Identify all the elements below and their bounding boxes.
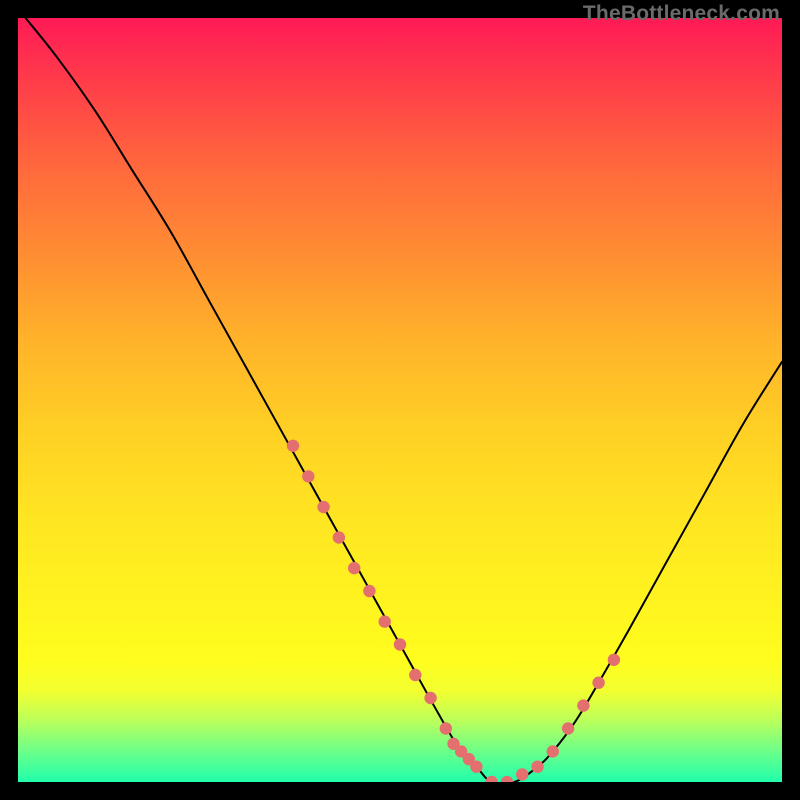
chart-svg xyxy=(18,18,782,782)
marker-point xyxy=(333,531,345,543)
marker-point xyxy=(516,768,528,780)
marker-point xyxy=(486,776,498,782)
marker-point xyxy=(501,776,513,782)
marker-point xyxy=(363,585,375,597)
marker-point xyxy=(562,722,574,734)
chart-frame: TheBottleneck.com xyxy=(0,0,800,800)
marker-point xyxy=(348,562,360,574)
marker-point xyxy=(424,692,436,704)
bottleneck-curve xyxy=(26,18,782,782)
plot-area xyxy=(18,18,782,782)
marker-point xyxy=(592,677,604,689)
marker-point xyxy=(287,440,299,452)
marker-point xyxy=(440,722,452,734)
marker-point xyxy=(547,745,559,757)
marker-point xyxy=(302,470,314,482)
marker-point xyxy=(379,615,391,627)
marker-point xyxy=(317,501,329,513)
marker-point xyxy=(531,761,543,773)
marker-point xyxy=(470,761,482,773)
marker-point xyxy=(394,638,406,650)
marker-group xyxy=(287,440,620,782)
marker-point xyxy=(577,699,589,711)
watermark-text: TheBottleneck.com xyxy=(583,2,780,26)
marker-point xyxy=(409,669,421,681)
marker-point xyxy=(608,654,620,666)
